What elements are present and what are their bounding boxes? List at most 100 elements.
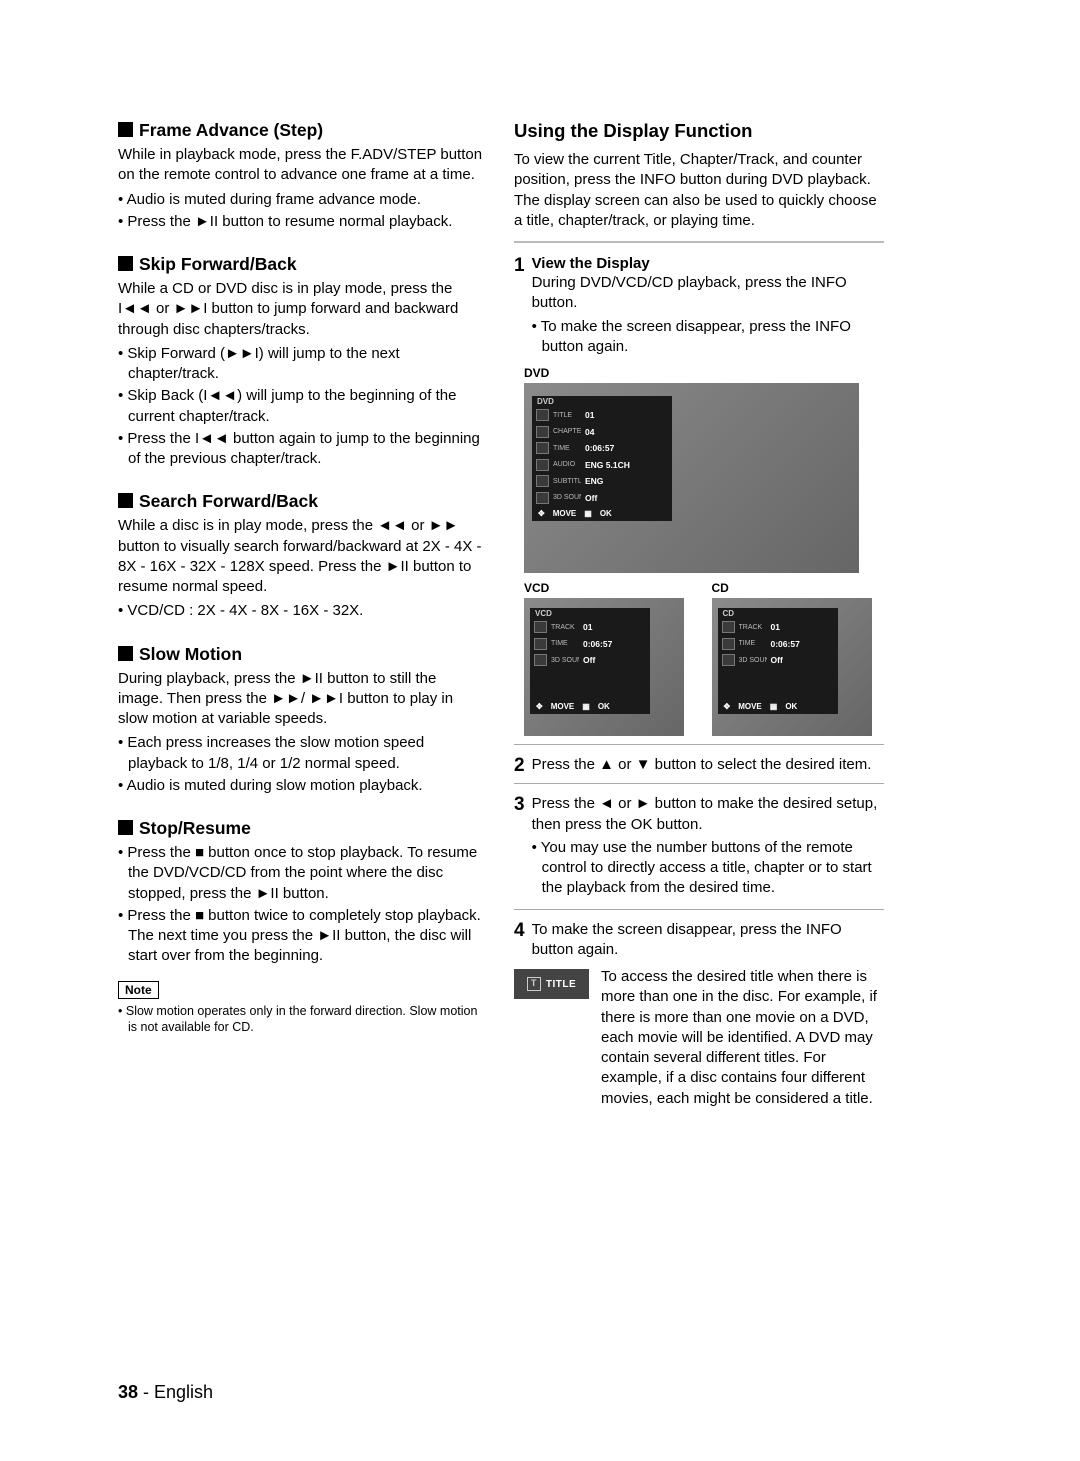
osd-cd-screen: CD TRACK01 TIME0:06:57 3D SOUNDOff ✥MOVE… <box>712 598 872 736</box>
time-icon <box>536 442 549 454</box>
heading-frame-advance: Frame Advance (Step) <box>118 120 484 141</box>
osd-row: AUDIOENG 5.1CH <box>532 457 672 474</box>
list-item: Audio is muted during slow motion playba… <box>118 776 484 796</box>
step-number: 1 <box>514 256 525 275</box>
list-slow: Each press increases the slow motion spe… <box>118 733 484 796</box>
list-item: Press the ■ button twice to completely s… <box>118 906 484 967</box>
list-skip: Skip Forward (►►I) will jump to the next… <box>118 344 484 470</box>
list-item: To make the screen disappear, press the … <box>532 317 884 358</box>
osd-row: 3D SOUNDOff <box>532 490 672 507</box>
intro-display-function: To view the current Title, Chapter/Track… <box>514 150 884 231</box>
heading-slow: Slow Motion <box>118 644 484 665</box>
list-item: Press the I◄◄ button again to jump to th… <box>118 429 484 470</box>
osd-row: TRACK01 <box>530 619 650 636</box>
section-slow: Slow Motion During playback, press the ►… <box>118 644 484 797</box>
osd-footer: ✥MOVE ▦OK <box>532 506 672 521</box>
note-label: Note <box>118 981 159 999</box>
step-title: View the Display <box>532 255 650 272</box>
square-bullet-icon <box>118 820 133 835</box>
title-description-block: TITLE To access the desired title when t… <box>514 967 884 1109</box>
osd-label-cd: CD <box>712 581 885 595</box>
step-list: You may use the number buttons of the re… <box>532 838 884 899</box>
square-bullet-icon <box>118 493 133 508</box>
osd-vcd-strip: VCD TRACK01 TIME0:06:57 3D SOUNDOff ✥MOV… <box>530 608 650 714</box>
divider <box>514 241 884 243</box>
square-bullet-icon <box>118 256 133 271</box>
title-icon-text: TITLE <box>546 979 576 990</box>
list-frame-advance: Audio is muted during frame advance mode… <box>118 190 484 233</box>
list-item: Press the ►II button to resume normal pl… <box>118 212 484 232</box>
body-search: While a disc is in play mode, press the … <box>118 516 484 597</box>
osd-footer: ✥MOVE ▦OK <box>718 699 838 714</box>
list-item: Press the ■ button once to stop playback… <box>118 843 484 904</box>
section-frame-advance: Frame Advance (Step) While in playback m… <box>118 120 484 232</box>
list-search: VCD/CD : 2X - 4X - 8X - 16X - 32X. <box>118 601 484 621</box>
ok-icon: ▦ <box>584 509 592 518</box>
heading-stop: Stop/Resume <box>118 818 484 839</box>
list-item: Skip Forward (►►I) will jump to the next… <box>118 344 484 385</box>
audio-icon <box>536 459 549 471</box>
right-column: Using the Display Function To view the c… <box>514 120 884 1109</box>
subtitle-icon <box>536 475 549 487</box>
time-icon <box>722 638 735 650</box>
note-block: Note Slow motion operates only in the fo… <box>118 975 484 1037</box>
step-1: 1 View the Display During DVD/VCD/CD pla… <box>514 255 884 359</box>
osd-vcd-screen: VCD TRACK01 TIME0:06:57 3D SOUNDOff ✥MOV… <box>524 598 684 736</box>
sound-icon <box>536 492 549 504</box>
chapter-icon <box>536 426 549 438</box>
osd-row: TRACK01 <box>718 619 838 636</box>
step-number: 2 <box>514 756 525 775</box>
divider <box>514 744 884 745</box>
title-description: To access the desired title when there i… <box>601 967 884 1109</box>
osd-row: 3D SOUNDOff <box>530 652 650 669</box>
osd-header: VCD <box>530 608 650 619</box>
osd-row: TIME0:06:57 <box>718 636 838 653</box>
section-skip: Skip Forward/Back While a CD or DVD disc… <box>118 254 484 469</box>
step-body: To make the screen disappear, press the … <box>532 920 884 961</box>
osd-label-vcd: VCD <box>524 581 697 595</box>
square-bullet-icon <box>118 646 133 661</box>
title-icon <box>536 409 549 421</box>
section-stop: Stop/Resume Press the ■ button once to s… <box>118 818 484 967</box>
move-icon: ✥ <box>724 702 731 711</box>
step-body: Press the ▲ or ▼ button to select the de… <box>532 755 884 775</box>
divider <box>514 783 884 784</box>
page-number: 38 <box>118 1382 138 1402</box>
sound-icon <box>534 654 547 666</box>
sound-icon <box>722 654 735 666</box>
body-skip: While a CD or DVD disc is in play mode, … <box>118 279 484 340</box>
osd-dvd-wrap: DVD TITLE01 CHAPTER04 TIME0:06:57 AUDIOE… <box>524 383 884 573</box>
list-item: VCD/CD : 2X - 4X - 8X - 16X - 32X. <box>118 601 484 621</box>
osd-row: TITLE01 <box>532 407 672 424</box>
step-body: During DVD/VCD/CD playback, press the IN… <box>532 273 884 314</box>
left-column: Frame Advance (Step) While in playback m… <box>118 120 484 1109</box>
osd-title-icon: TITLE <box>514 969 589 999</box>
step-4: 4 To make the screen disappear, press th… <box>514 920 884 961</box>
move-icon: ✥ <box>536 702 543 711</box>
note-list: Slow motion operates only in the forward… <box>118 1003 484 1037</box>
list-stop: Press the ■ button once to stop playback… <box>118 843 484 967</box>
step-body: Press the ◄ or ► button to make the desi… <box>532 794 884 835</box>
step-number: 4 <box>514 921 525 940</box>
osd-dvd-screen: DVD TITLE01 CHAPTER04 TIME0:06:57 AUDIOE… <box>524 383 859 573</box>
list-item: Skip Back (I◄◄) will jump to the beginni… <box>118 386 484 427</box>
heading-display-function: Using the Display Function <box>514 120 884 142</box>
step-3: 3 Press the ◄ or ► button to make the de… <box>514 794 884 900</box>
osd-row: CHAPTER04 <box>532 424 672 441</box>
body-slow: During playback, press the ►II button to… <box>118 669 484 730</box>
osd-cd-strip: CD TRACK01 TIME0:06:57 3D SOUNDOff ✥MOVE… <box>718 608 838 714</box>
osd-header: DVD <box>532 396 672 407</box>
list-item: You may use the number buttons of the re… <box>532 838 884 899</box>
step-list: To make the screen disappear, press the … <box>532 317 884 358</box>
osd-footer: ✥MOVE ▦OK <box>530 699 650 714</box>
track-icon <box>534 621 547 633</box>
page-footer: 38 - English <box>118 1382 213 1403</box>
step-number: 3 <box>514 795 525 814</box>
ok-icon: ▦ <box>770 702 778 711</box>
osd-pair: VCD VCD TRACK01 TIME0:06:57 3D SOUNDOff … <box>524 581 884 736</box>
osd-header: CD <box>718 608 838 619</box>
osd-row: TIME0:06:57 <box>530 636 650 653</box>
time-icon <box>534 638 547 650</box>
title-box-icon <box>527 977 541 991</box>
osd-row: SUBTITLEENG <box>532 473 672 490</box>
